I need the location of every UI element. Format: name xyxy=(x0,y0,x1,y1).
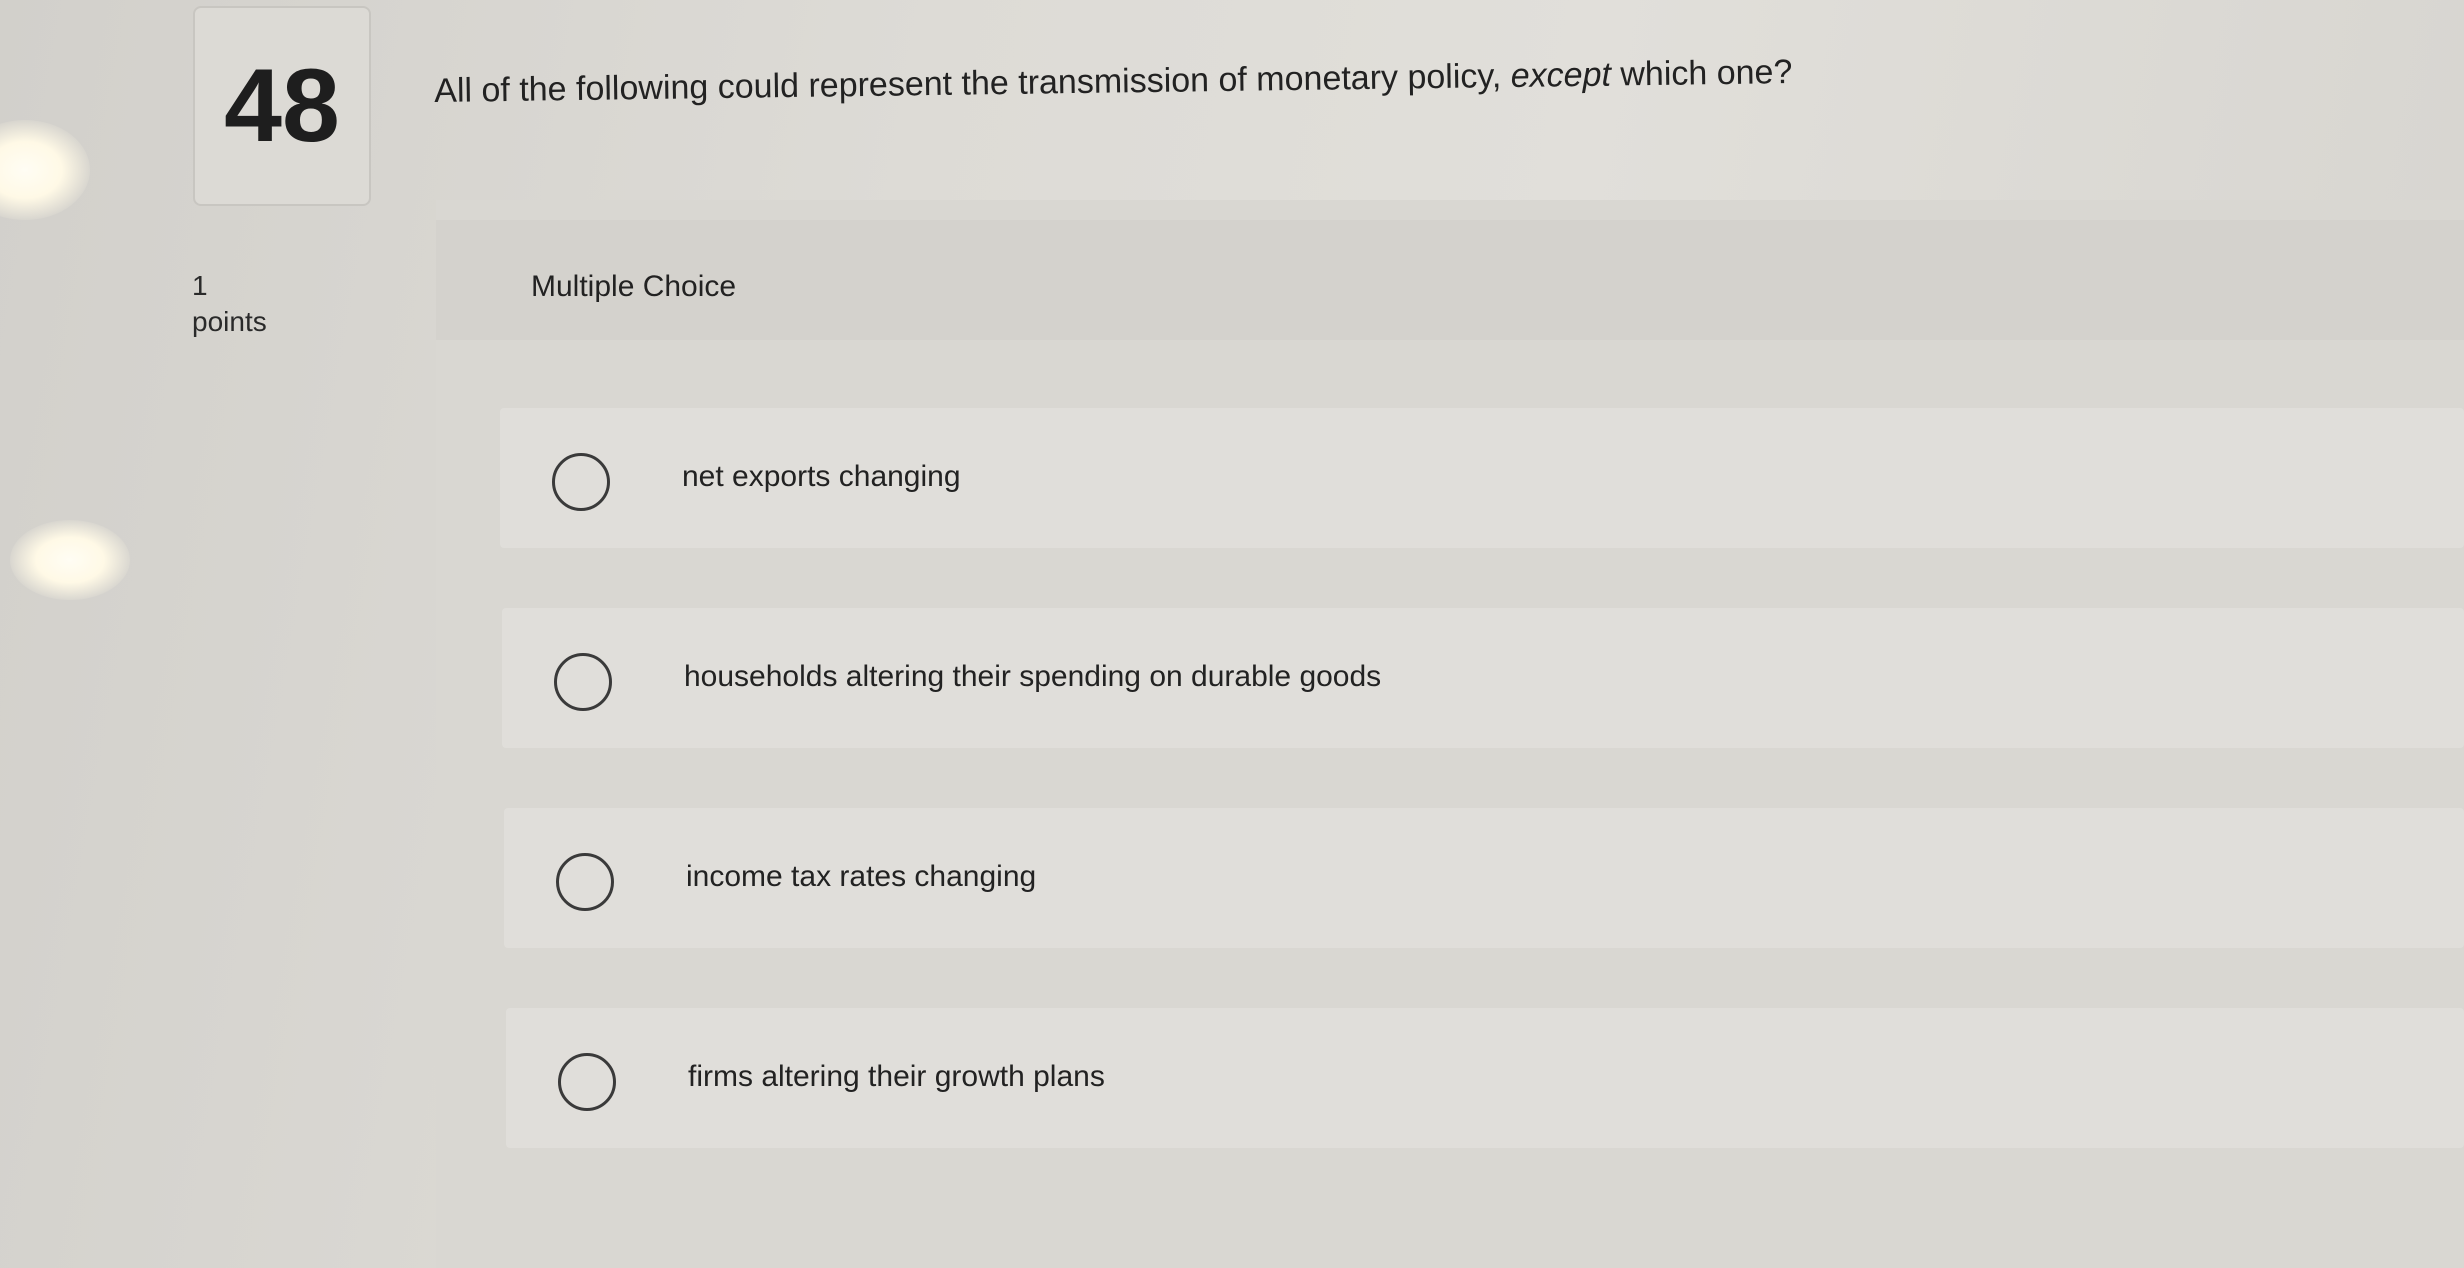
answer-option[interactable]: net exports changing xyxy=(500,408,2464,548)
question-text-emphasis: except xyxy=(1510,55,1612,95)
answer-option-label: firms altering their growth plans xyxy=(688,1060,1105,1093)
answer-option-label: households altering their spending on du… xyxy=(684,660,1382,693)
points-info: 1 points xyxy=(192,268,267,340)
points-value: 1 xyxy=(192,270,208,301)
answer-option[interactable]: households altering their spending on du… xyxy=(502,608,2464,748)
radio-button[interactable] xyxy=(556,853,614,911)
answer-option-label: net exports changing xyxy=(682,460,961,493)
question-number: 48 xyxy=(224,48,340,164)
answer-option[interactable]: firms altering their growth plans xyxy=(506,1008,2464,1148)
radio-button[interactable] xyxy=(552,453,610,511)
answer-option[interactable]: income tax rates changing xyxy=(504,808,2464,948)
radio-button[interactable] xyxy=(558,1053,616,1111)
question-number-box: 48 xyxy=(193,6,371,206)
screen-glare xyxy=(10,520,130,600)
radio-button[interactable] xyxy=(554,653,612,711)
answer-panel-header xyxy=(436,220,2464,340)
points-label: points xyxy=(192,306,267,337)
answer-option-label: income tax rates changing xyxy=(686,860,1037,893)
section-title: Multiple Choice xyxy=(531,270,737,303)
question-text-end: which one? xyxy=(1610,53,1793,94)
